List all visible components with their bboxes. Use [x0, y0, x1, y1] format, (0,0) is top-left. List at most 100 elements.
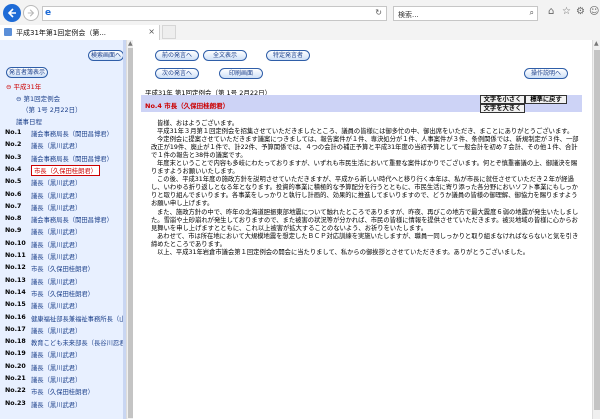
speech-paragraph: 以上、平成31年岩倉市議会第１回定例会の開会に当たりまして、私からの御挨拶とさせ…: [157, 248, 530, 256]
font-smaller-button[interactable]: 文字を小さく: [480, 95, 525, 104]
speaker-row-name[interactable]: 議会事務局長（関田昌博君）: [31, 215, 113, 224]
speech-paragraph: この後、平成31年度の施政方針を説明させていただきますが、平成から新しい時代へと…: [151, 176, 578, 208]
speaker-row[interactable]: No.4 市長（久保田桂朗君）: [0, 164, 123, 176]
speaker-row-name[interactable]: 市長（久保田桂朗君）: [31, 289, 94, 298]
speaker-row-number: No.10: [5, 239, 26, 247]
specific-speaker-button[interactable]: 特定発言者: [266, 50, 310, 61]
speaker-row[interactable]: No.10 議長（黒川武君）: [0, 238, 123, 250]
speaker-row[interactable]: No.14 市長（久保田桂朗君）: [0, 287, 123, 299]
speaker-row-number: No.3: [5, 153, 22, 161]
speaker-row-number: No.4: [5, 165, 22, 173]
speaker-header-bar: No.4 市長（久保田桂朗君） 文字を小さく 標準に戻す 文字を大きく: [141, 95, 582, 113]
speaker-row[interactable]: No.13 議長（黒川武君）: [0, 275, 123, 287]
search-icon[interactable]: ⌕: [530, 8, 534, 18]
search-screen-button[interactable]: 検索画面へ: [88, 50, 123, 61]
speaker-row-number: No.18: [5, 338, 26, 346]
address-bar[interactable]: e ↻: [42, 6, 387, 21]
right-scrollbar-thumb[interactable]: [594, 50, 600, 410]
speaker-row-name[interactable]: 市長（久保田桂朗君）: [31, 387, 94, 396]
speaker-row[interactable]: No.9 議長（黒川武君）: [0, 225, 123, 237]
speaker-row[interactable]: No.11 議長（黒川武君）: [0, 250, 123, 262]
speech-paragraph: 年度末ということで内容も多岐にわたっておりますが、いずれも市民生活において重要な…: [151, 160, 578, 176]
speaker-row[interactable]: No.3 議会事務局長（関田昌博君）: [0, 152, 123, 164]
speaker-row[interactable]: No.18 教育こども未来部長（長谷川忍君）: [0, 336, 123, 348]
speaker-row-name[interactable]: 議長（黒川武君）: [31, 203, 81, 212]
speaker-list-button[interactable]: 発言者簿表示: [6, 67, 48, 78]
speaker-row-name[interactable]: 市長（久保田桂朗君）: [31, 164, 100, 176]
speaker-row[interactable]: No.23 議長（黒川武君）: [0, 398, 123, 410]
speaker-row[interactable]: No.8 議会事務局長（関田昌博君）: [0, 213, 123, 225]
speaker-row-number: No.5: [5, 178, 22, 186]
speaker-row[interactable]: No.22 市長（久保田桂朗君）: [0, 385, 123, 397]
speaker-row-name[interactable]: 議長（黒川武君）: [31, 240, 81, 249]
tab-close-icon[interactable]: ×: [148, 27, 155, 36]
speaker-row-name[interactable]: 議会事務局長（関田昌博君）: [31, 129, 113, 138]
speaker-row-name[interactable]: 議長（黒川武君）: [31, 252, 81, 261]
prev-speaker-button[interactable]: 前の発言へ: [155, 50, 199, 61]
speaker-row[interactable]: No.5 議長（黒川武君）: [0, 176, 123, 188]
scroll-up-icon[interactable]: ▲: [128, 40, 133, 47]
favorites-star-icon[interactable]: ☆: [562, 6, 571, 17]
speech-paragraph: あわせて、市は所在地において大規模地震を想定したＢＣＰ対応訓練を実施いたしますが…: [151, 232, 579, 248]
speaker-row-name[interactable]: 議長（黒川武君）: [31, 227, 81, 236]
speaker-row-name[interactable]: 議長（黒川武君）: [31, 375, 81, 384]
font-larger-button[interactable]: 文字を大きく: [480, 104, 525, 113]
speaker-row[interactable]: No.15 議長（黒川武君）: [0, 299, 123, 311]
speaker-row[interactable]: No.20 議長（黒川武君）: [0, 361, 123, 373]
speaker-row[interactable]: No.7 議長（黒川武君）: [0, 201, 123, 213]
speaker-row[interactable]: No.16 健康福祉部長兼福祉事務所長（山出由: [0, 312, 123, 324]
speech-body: 皆様、おはようございます。 平成31年３月第１回定例会を招集させていただきましたと…: [151, 120, 581, 257]
speaker-navigation-pane: 検索画面へ 発言者簿表示 ⊖ 平成31年 ⊖ 第1回定例会 （第 1号 2月22…: [0, 40, 126, 419]
left-scrollbar[interactable]: ▲: [126, 40, 133, 419]
speaker-row-name[interactable]: 議会事務局長（関田昌博君）: [31, 154, 113, 163]
speaker-row-name[interactable]: 議長（黒川武君）: [31, 326, 81, 335]
browser-tab[interactable]: 平成31年第1回定例会（第... ×: [0, 25, 160, 40]
forward-arrow-icon: [27, 9, 35, 17]
speaker-row[interactable]: No.12 市長（久保田桂朗君）: [0, 262, 123, 274]
ie-logo-icon: e: [45, 8, 52, 18]
speaker-row-name[interactable]: 市長（久保田桂朗君）: [31, 264, 94, 273]
speaker-row-name[interactable]: 議長（黒川武君）: [31, 277, 81, 286]
tree-session[interactable]: ⊖ 第1回定例会: [16, 93, 60, 103]
speaker-row[interactable]: No.2 議長（黒川武君）: [0, 139, 123, 151]
speaker-row[interactable]: No.17 議長（黒川武君）: [0, 324, 123, 336]
search-placeholder: 検索...: [398, 11, 419, 19]
print-screen-button[interactable]: 印刷画面: [219, 68, 263, 79]
speaker-row[interactable]: No.1 議会事務局長（関田昌博君）: [0, 127, 123, 139]
tree-day[interactable]: （第 1号 2月22日）: [22, 104, 82, 114]
new-tab-button[interactable]: [162, 25, 176, 39]
speech-paragraph: 平成31年３月第１回定例会を招集させていただきましたところ、議員の皆様には御多忙…: [157, 128, 574, 136]
tree-year[interactable]: ⊖ 平成31年: [6, 81, 41, 91]
speaker-row-name[interactable]: 議長（黒川武君）: [31, 363, 81, 372]
help-button[interactable]: 操作説明へ: [524, 68, 568, 79]
refresh-icon[interactable]: ↻: [375, 8, 382, 17]
speaker-row-name[interactable]: 議長（黒川武君）: [31, 141, 81, 150]
speaker-row-name[interactable]: 教育こども未来部長（長谷川忍君）: [31, 338, 123, 347]
feedback-smiley-icon[interactable]: ☺: [589, 6, 599, 17]
speaker-row[interactable]: No.21 議長（黒川武君）: [0, 373, 123, 385]
speaker-row-name[interactable]: 議長（黒川武君）: [31, 301, 81, 310]
speaker-row-name[interactable]: 健康福祉部長兼福祉事務所長（山出由: [31, 314, 123, 323]
speaker-row-number: No.8: [5, 215, 22, 223]
right-scrollbar[interactable]: ▲: [592, 40, 600, 419]
forward-button[interactable]: [23, 5, 39, 21]
speaker-row-number: No.11: [5, 252, 26, 259]
speaker-row-name[interactable]: 議長（黒川武君）: [31, 178, 81, 187]
font-reset-button[interactable]: 標準に戻す: [525, 95, 567, 104]
speaker-row-number: No.1: [5, 129, 22, 136]
next-speaker-button[interactable]: 次の発言へ: [155, 68, 199, 79]
browser-search-input[interactable]: 検索... ⌕: [393, 6, 538, 21]
page-favicon-icon: [4, 28, 12, 36]
speaker-row-number: No.12: [5, 264, 26, 272]
tree-agenda[interactable]: 議事日程: [16, 116, 42, 126]
speaker-row[interactable]: No.6 議長（黒川武君）: [0, 189, 123, 201]
home-icon[interactable]: ⌂: [548, 6, 554, 17]
settings-gear-icon[interactable]: ⚙: [576, 6, 585, 17]
speaker-row[interactable]: No.19 議長（黒川武君）: [0, 348, 123, 360]
speaker-row-name[interactable]: 議長（黒川武君）: [31, 191, 81, 200]
speaker-row-name[interactable]: 議長（黒川武君）: [31, 350, 81, 359]
scroll-up-icon[interactable]: ▲: [594, 40, 599, 47]
full-text-button[interactable]: 全文表示: [203, 50, 247, 61]
back-button[interactable]: [3, 4, 21, 22]
speaker-row-name[interactable]: 議長（黒川武君）: [31, 400, 81, 409]
